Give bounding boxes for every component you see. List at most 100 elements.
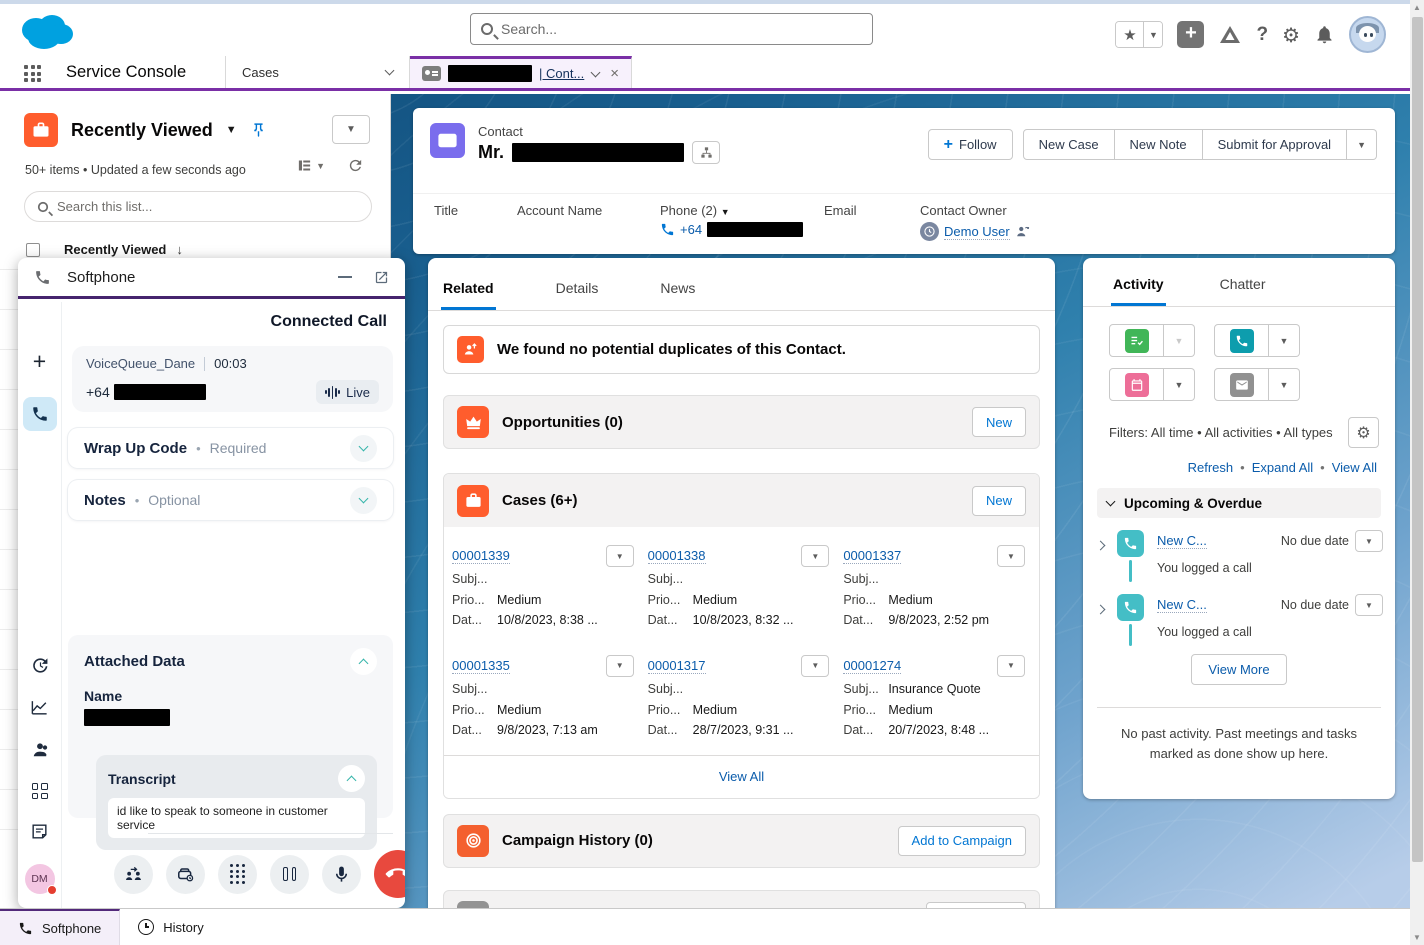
agents-icon[interactable] (30, 740, 50, 760)
page-scrollbar[interactable]: ▲ ▼ (1410, 0, 1424, 945)
new-task-button[interactable] (1109, 324, 1164, 357)
chevron-up-icon[interactable] (350, 648, 377, 675)
transfer-call-icon[interactable] (114, 855, 153, 894)
mute-mic-icon[interactable] (322, 855, 361, 894)
case-row-actions-dropdown[interactable]: ▼ (801, 545, 829, 567)
new-note-button[interactable]: New Note (1115, 129, 1203, 160)
apps-grid-icon[interactable] (32, 783, 48, 799)
utility-softphone-tab[interactable]: Softphone (0, 909, 120, 945)
notifications-bell-icon[interactable] (1314, 24, 1335, 45)
active-call-tab-icon[interactable] (23, 397, 57, 431)
tab-news[interactable]: News (660, 280, 695, 310)
refresh-icon[interactable] (347, 157, 364, 174)
setup-gear-icon[interactable]: ⚙ (1282, 23, 1300, 47)
case-number-link[interactable]: 00001335 (452, 658, 510, 674)
list-view-title[interactable]: Recently Viewed (71, 120, 213, 141)
guidance-center-icon[interactable] (1218, 23, 1242, 47)
email-dropdown[interactable]: ▼ (1269, 368, 1300, 401)
new-opportunity-button[interactable]: New (972, 407, 1026, 437)
nav-tab-contact[interactable]: | Cont... × (410, 56, 632, 88)
expand-item-icon[interactable] (1097, 594, 1115, 646)
recording-device-icon[interactable] (166, 855, 205, 894)
new-event-button[interactable] (1109, 368, 1164, 401)
list-view-caret-icon[interactable]: ▼ (226, 124, 237, 136)
more-actions-dropdown[interactable]: ▼ (1347, 129, 1377, 160)
global-search-input[interactable] (501, 21, 862, 37)
nav-tab-cases[interactable]: Cases (225, 56, 410, 88)
help-icon[interactable]: ? (1256, 24, 1268, 46)
phone-link[interactable]: +64 (680, 222, 702, 237)
global-search[interactable] (470, 13, 873, 45)
scroll-down-icon[interactable]: ▼ (1410, 933, 1424, 942)
opportunities-title[interactable]: Opportunities (0) (502, 414, 623, 431)
new-call-icon[interactable]: + (33, 348, 46, 375)
tab-chatter[interactable]: Chatter (1220, 276, 1266, 306)
call-history-icon[interactable] (30, 656, 49, 675)
expand-item-icon[interactable] (1097, 530, 1115, 582)
chevron-down-icon[interactable] (385, 66, 395, 76)
refresh-link[interactable]: Refresh (1188, 460, 1234, 475)
salesforce-logo[interactable] (14, 8, 78, 57)
new-case-related-button[interactable]: New (972, 486, 1026, 516)
cases-title[interactable]: Cases (6+) (502, 492, 577, 509)
list-search-input[interactable] (57, 199, 359, 214)
utility-history-tab[interactable]: History (120, 909, 221, 945)
follow-button[interactable]: +Follow (928, 129, 1013, 160)
expand-all-link[interactable]: Expand All (1252, 460, 1313, 475)
user-avatar[interactable] (1349, 16, 1386, 53)
field-value-phone[interactable]: +64 (660, 222, 803, 237)
minimize-icon[interactable] (338, 276, 352, 278)
add-to-campaign-button[interactable]: Add to Campaign (898, 826, 1026, 856)
tab-related[interactable]: Related (443, 280, 494, 310)
activity-item-dropdown[interactable]: ▼ (1355, 594, 1383, 616)
tab-details[interactable]: Details (556, 280, 599, 310)
view-hierarchy-button[interactable] (692, 141, 720, 164)
log-call-button[interactable] (1214, 324, 1269, 357)
field-label-phone[interactable]: Phone (2) ▼ (660, 203, 730, 218)
submit-for-approval-button[interactable]: Submit for Approval (1203, 129, 1347, 160)
case-number-link[interactable]: 00001337 (843, 548, 901, 564)
activity-filters-gear-icon[interactable]: ⚙ (1348, 417, 1379, 448)
list-search[interactable] (24, 191, 372, 222)
new-case-button[interactable]: New Case (1023, 129, 1115, 160)
app-launcher-icon[interactable] (24, 65, 41, 82)
case-number-link[interactable]: 00001339 (452, 548, 510, 564)
chevron-down-icon[interactable] (591, 67, 601, 77)
close-tab-icon[interactable]: × (610, 65, 619, 82)
activity-item-link[interactable]: New C... (1157, 597, 1207, 613)
case-subject-value[interactable]: Insurance Quote (888, 682, 980, 698)
scrollbar-thumb[interactable] (1412, 17, 1423, 862)
case-row-actions-dropdown[interactable]: ▼ (997, 655, 1025, 677)
chevron-down-icon[interactable] (350, 487, 377, 514)
global-actions-icon[interactable]: + (1177, 21, 1204, 48)
case-number-link[interactable]: 00001338 (648, 548, 706, 564)
display-as-icon[interactable]: ▼ (297, 158, 325, 173)
change-owner-icon[interactable] (1015, 224, 1030, 239)
view-all-link[interactable]: View All (1332, 460, 1377, 475)
owner-link[interactable]: Demo User (944, 224, 1010, 240)
list-view-actions-dropdown[interactable]: ▼ (332, 115, 370, 144)
case-row-actions-dropdown[interactable]: ▼ (801, 655, 829, 677)
chevron-up-icon[interactable] (338, 765, 365, 792)
metrics-chart-icon[interactable] (30, 698, 49, 717)
favorites-star-icon[interactable]: ★ (1116, 22, 1143, 47)
activity-item-dropdown[interactable]: ▼ (1355, 530, 1383, 552)
popout-icon[interactable] (374, 270, 389, 285)
new-event-dropdown[interactable]: ▼ (1164, 368, 1195, 401)
notes-card[interactable]: Notes • Optional (68, 480, 393, 520)
select-all-checkbox[interactable] (26, 243, 40, 257)
sort-descending-icon[interactable]: ↓ (176, 242, 183, 257)
pin-icon[interactable] (250, 122, 267, 139)
notes-pad-icon[interactable] (30, 822, 49, 841)
case-number-link[interactable]: 00001274 (843, 658, 901, 674)
email-button[interactable] (1214, 368, 1269, 401)
view-more-button[interactable]: View More (1191, 654, 1286, 685)
end-call-button[interactable] (374, 850, 405, 898)
upcoming-overdue-header[interactable]: Upcoming & Overdue (1097, 488, 1381, 518)
hold-call-icon[interactable] (270, 855, 309, 894)
cases-view-all-link[interactable]: View All (719, 769, 764, 784)
favorites-dropdown-icon[interactable]: ▼ (1143, 22, 1162, 47)
case-row-actions-dropdown[interactable]: ▼ (606, 545, 634, 567)
dialpad-icon[interactable] (218, 855, 257, 894)
activity-item-link[interactable]: New C... (1157, 533, 1207, 549)
